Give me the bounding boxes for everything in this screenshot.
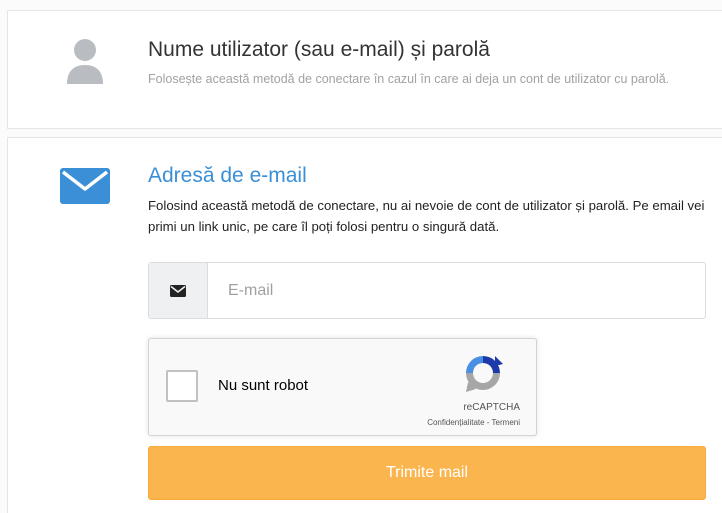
recaptcha-link-separator: - (484, 418, 492, 427)
email-option-description: Folosind această metodă de conectare, nu… (148, 198, 705, 234)
email-input-group (148, 262, 706, 319)
recaptcha-terms-link[interactable]: Termeni (492, 418, 520, 427)
email-option-title: Adresă de e-mail (148, 164, 307, 187)
email-input[interactable] (208, 263, 705, 318)
send-mail-button[interactable]: Trimite mail (148, 446, 706, 500)
recaptcha-logo-icon (466, 356, 503, 392)
recaptcha-checkbox[interactable] (166, 370, 198, 402)
recaptcha-links: Confidențialitate - Termeni (427, 418, 520, 427)
login-page: Nume utilizator (sau e-mail) și parolă F… (0, 0, 722, 513)
user-icon (67, 39, 103, 84)
envelope-icon (170, 284, 186, 297)
recaptcha-label: Nu sunt robot (218, 377, 309, 394)
recaptcha-privacy-link[interactable]: Confidențialitate (427, 418, 484, 427)
email-input-addon (149, 263, 208, 318)
recaptcha-widget: Nu sunt robot reCAPTCHA Confidențialitat… (148, 338, 537, 436)
envelope-icon (60, 168, 110, 204)
username-option-description: Folosește această metodă de conectare în… (148, 72, 670, 86)
recaptcha-brand: reCAPTCHA (463, 402, 520, 413)
username-option-title[interactable]: Nume utilizator (sau e-mail) și parolă (148, 38, 490, 62)
